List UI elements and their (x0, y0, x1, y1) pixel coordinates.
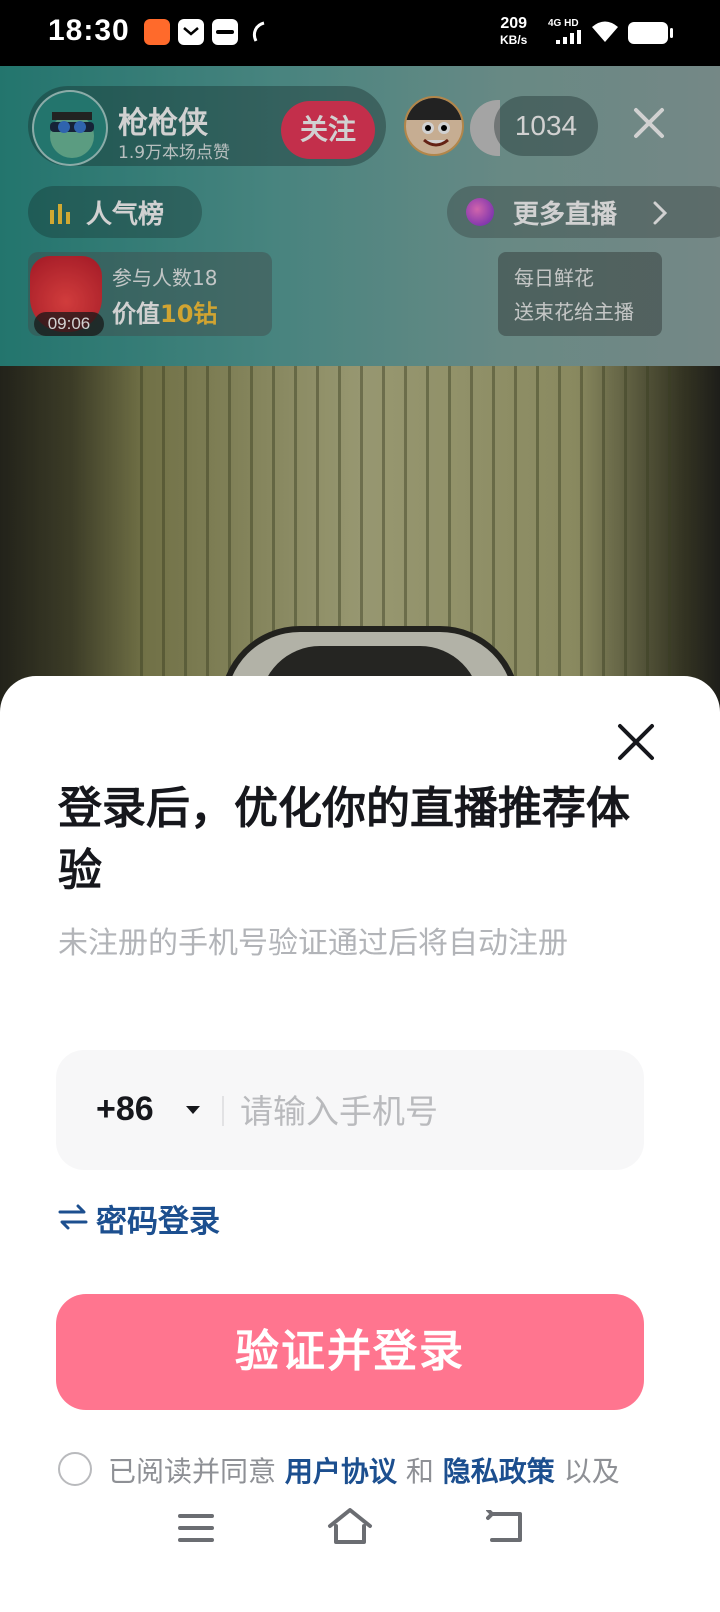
login-sheet: 登录后，优化你的直播推荐体验 未注册的手机号验证通过后将自动注册 +86 密码登… (0, 676, 720, 1612)
battery-icon (628, 22, 673, 44)
wifi-icon (592, 21, 618, 42)
back-icon[interactable] (486, 1510, 526, 1546)
login-title: 登录后，优化你的直播推荐体验 (58, 783, 630, 896)
status-bar: 18:30 209 KB/s 4G HD (0, 0, 720, 66)
call-icon (246, 19, 272, 45)
network-type: 4G HD (548, 18, 579, 29)
swap-icon[interactable] (58, 1204, 88, 1230)
verify-login-button[interactable]: 验证并登录 (56, 1294, 644, 1410)
net-speed: 209 KB/s (500, 15, 528, 48)
caret-down-icon[interactable] (186, 1106, 200, 1114)
password-login-link[interactable]: 密码登录 (96, 1196, 220, 1241)
vivo-icon (212, 19, 238, 45)
phone-input[interactable] (240, 1084, 620, 1138)
system-nav-bar (0, 1496, 720, 1612)
status-time: 18:30 (48, 14, 130, 47)
home-icon[interactable] (326, 1506, 374, 1546)
agreement-checkbox[interactable] (58, 1452, 92, 1486)
divider (222, 1096, 224, 1126)
agreement-text: 已阅读并同意 用户协议 和 隐私政策 以及 (108, 1455, 620, 1488)
login-subtitle: 未注册的手机号验证通过后将自动注册 (58, 926, 568, 961)
privacy-policy-link[interactable]: 隐私政策 (443, 1455, 555, 1488)
orange-app-icon (144, 19, 170, 45)
country-code-select[interactable]: +86 (96, 1090, 154, 1129)
user-agreement-link[interactable]: 用户协议 (285, 1455, 397, 1488)
close-icon[interactable] (614, 720, 658, 764)
signal-icon (556, 30, 581, 44)
mail-icon (178, 19, 204, 45)
menu-icon[interactable] (178, 1512, 214, 1544)
